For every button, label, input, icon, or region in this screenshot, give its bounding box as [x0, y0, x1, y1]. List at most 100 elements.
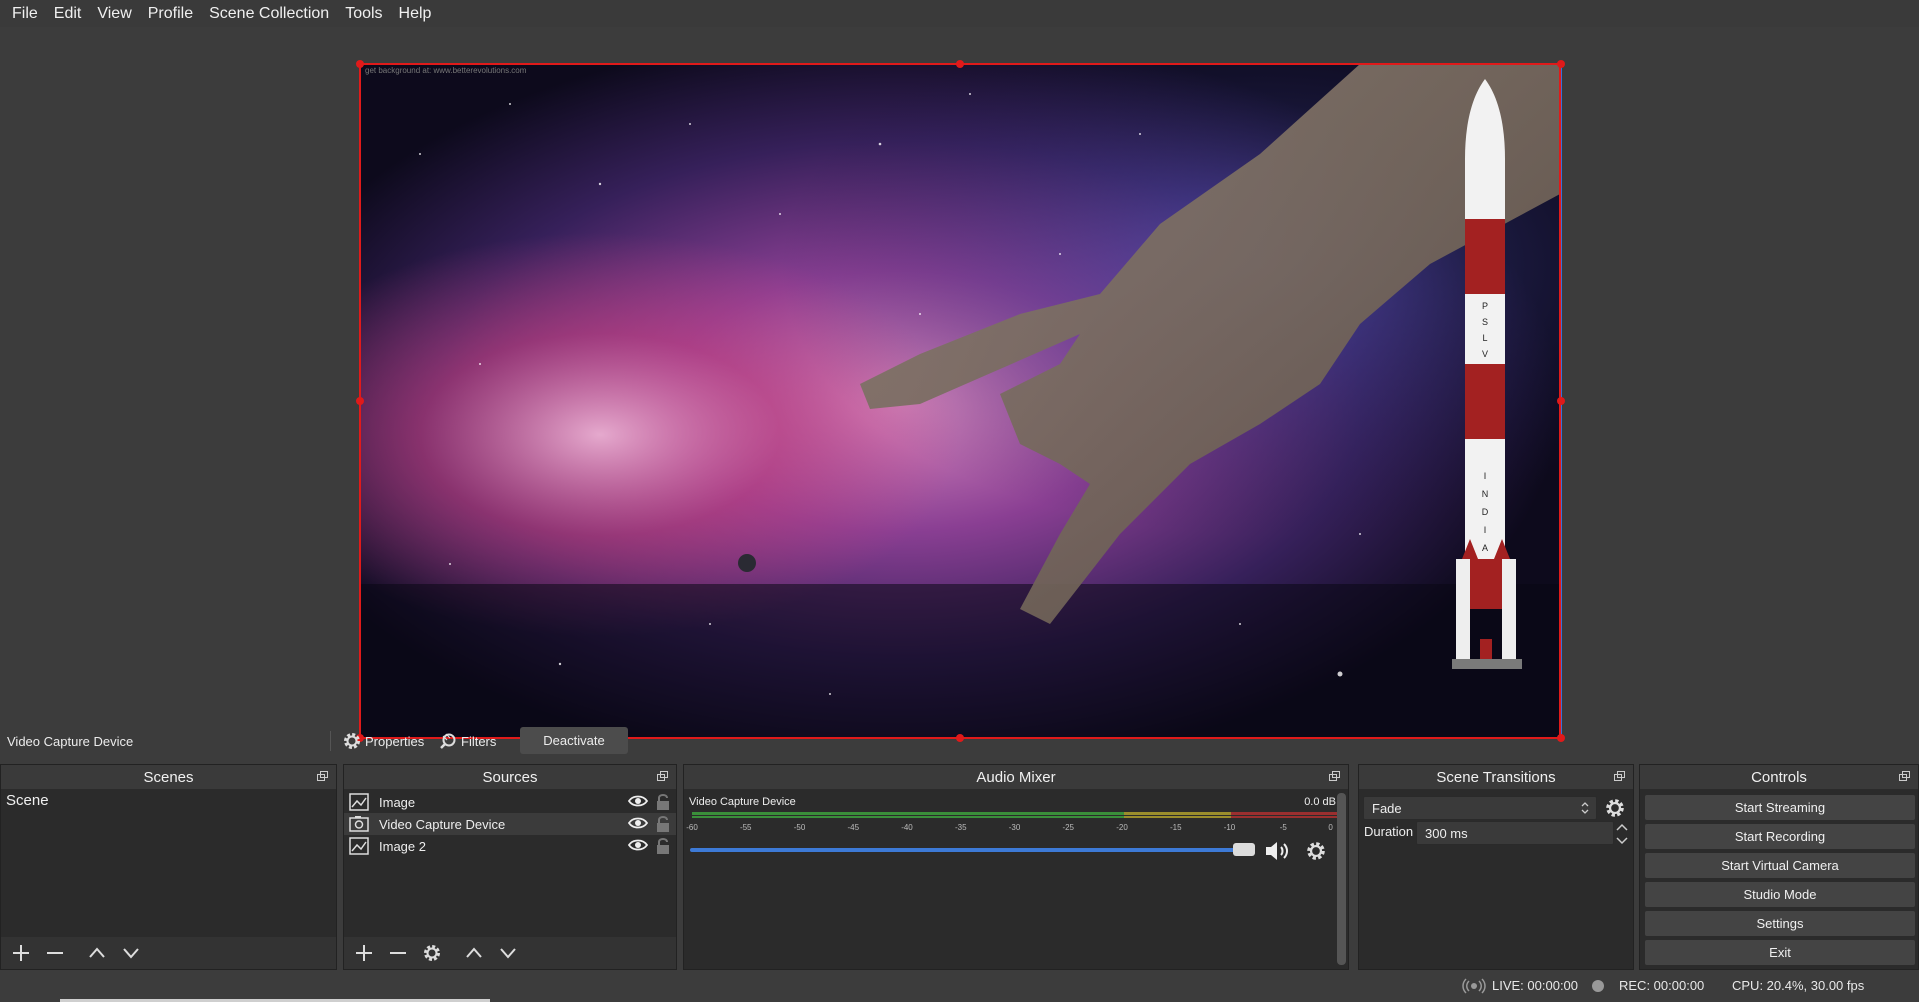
float-dock-icon[interactable] — [317, 771, 328, 781]
float-dock-icon[interactable] — [657, 771, 668, 781]
volume-slider-track[interactable] — [690, 848, 1252, 852]
sources-toolbar — [344, 937, 676, 969]
move-down-icon[interactable] — [119, 941, 143, 965]
meter-tick-label: -55 — [739, 823, 752, 832]
rocket-letter: I — [1484, 471, 1487, 481]
gear-icon[interactable] — [1305, 840, 1327, 862]
duration-value: 300 ms — [1425, 825, 1468, 841]
filters-button[interactable]: Filters — [438, 731, 496, 751]
duration-input[interactable]: 300 ms — [1416, 821, 1614, 845]
source-item[interactable]: Image 2 — [344, 835, 676, 857]
move-up-icon[interactable] — [462, 941, 486, 965]
sources-dock-title: Sources — [344, 765, 676, 789]
meter-tick-label: -10 — [1223, 823, 1236, 832]
source-item[interactable]: Image — [344, 791, 676, 813]
properties-button[interactable]: Properties — [342, 731, 424, 751]
meter-tick-label: -50 — [793, 823, 806, 832]
resize-handle[interactable] — [956, 60, 964, 68]
menu-help[interactable]: Help — [391, 0, 440, 27]
filter-icon — [440, 733, 456, 749]
image-icon — [349, 837, 369, 855]
start-recording-button[interactable]: Start Recording — [1645, 824, 1915, 849]
scenes-dock-title: Scenes — [1, 765, 336, 789]
rocket-letter: P — [1482, 301, 1488, 311]
float-dock-icon[interactable] — [1614, 771, 1625, 781]
gear-icon — [344, 733, 360, 749]
source-name: Image 2 — [379, 838, 426, 854]
filters-label: Filters — [461, 733, 497, 749]
start-virtual-camera-button[interactable]: Start Virtual Camera — [1645, 853, 1915, 878]
meter-tick-label: -30 — [1008, 823, 1021, 832]
scenes-title: Scenes — [143, 768, 194, 786]
mixer-channel-name: Video Capture Device — [689, 796, 796, 808]
transition-select[interactable]: Fade — [1363, 796, 1597, 820]
add-icon[interactable] — [352, 941, 376, 965]
preview-area[interactable]: P S L V I N D I A get background at: www… — [0, 27, 1919, 742]
volume-meter — [692, 812, 1337, 818]
duration-label: Duration — [1364, 824, 1414, 839]
controls-dock: Controls Start Streaming Start Recording… — [1639, 764, 1919, 970]
visibility-eye-icon[interactable] — [628, 838, 648, 852]
rocket-letter: D — [1482, 507, 1489, 517]
menu-file[interactable]: File — [4, 0, 46, 27]
gear-icon[interactable] — [420, 941, 444, 965]
lock-icon[interactable] — [656, 837, 670, 855]
meter-tick-label: -60 — [686, 823, 698, 832]
scenes-toolbar — [1, 937, 336, 969]
camera-icon — [349, 816, 369, 832]
transition-selected-value: Fade — [1372, 800, 1402, 816]
volume-slider-handle[interactable] — [1233, 843, 1255, 856]
menu-scene-collection[interactable]: Scene Collection — [201, 0, 337, 27]
exit-button[interactable]: Exit — [1645, 940, 1915, 965]
audio-mixer-dock: Audio Mixer Video Capture Device 0.0 dB … — [683, 764, 1349, 970]
gear-icon[interactable] — [1604, 797, 1626, 819]
float-dock-icon[interactable] — [1899, 771, 1910, 781]
move-up-icon[interactable] — [85, 941, 109, 965]
remove-icon[interactable] — [43, 941, 67, 965]
image-icon — [349, 793, 369, 811]
rocket-letter: I — [1484, 525, 1487, 535]
deactivate-button[interactable]: Deactivate — [520, 727, 628, 754]
record-dot-icon — [1592, 980, 1604, 992]
resize-handle[interactable] — [356, 397, 364, 405]
preview-canvas[interactable]: P S L V I N D I A — [360, 64, 1560, 738]
start-streaming-button[interactable]: Start Streaming — [1645, 795, 1915, 820]
meter-tick-label: -45 — [847, 823, 860, 832]
chevron-updown-icon — [1581, 802, 1589, 814]
resize-handle[interactable] — [1557, 60, 1565, 68]
stepper-icon[interactable] — [1615, 822, 1629, 846]
speaker-icon[interactable] — [1264, 839, 1292, 863]
scene-list-item[interactable]: Scene — [1, 789, 336, 813]
meter-tick-label: -15 — [1169, 823, 1182, 832]
image-credit-text: get background at: www.betterevolutions.… — [365, 66, 527, 75]
visibility-eye-icon[interactable] — [628, 794, 648, 808]
audio-mixer-title: Audio Mixer — [976, 768, 1056, 786]
resize-handle[interactable] — [356, 60, 364, 68]
mixer-scrollbar[interactable] — [1337, 793, 1346, 965]
visibility-eye-icon[interactable] — [628, 816, 648, 830]
lock-icon[interactable] — [656, 815, 670, 833]
float-dock-icon[interactable] — [1329, 771, 1340, 781]
studio-mode-button[interactable]: Studio Mode — [1645, 882, 1915, 907]
lock-icon[interactable] — [656, 793, 670, 811]
status-bar: LIVE: 00:00:00 REC: 00:00:00 CPU: 20.4%,… — [0, 973, 1919, 999]
settings-button[interactable]: Settings — [1645, 911, 1915, 936]
move-down-icon[interactable] — [496, 941, 520, 965]
meter-tick-label: -20 — [1116, 823, 1128, 832]
menu-edit[interactable]: Edit — [46, 0, 90, 27]
menu-view[interactable]: View — [89, 0, 139, 27]
menu-profile[interactable]: Profile — [140, 0, 201, 27]
resize-handle[interactable] — [1557, 397, 1565, 405]
cpu-fps-status: CPU: 20.4%, 30.00 fps — [1732, 978, 1865, 993]
remove-icon[interactable] — [386, 941, 410, 965]
scenes-dock: Scenes Scene — [0, 764, 337, 970]
rocket-letter: V — [1482, 349, 1488, 359]
menu-tools[interactable]: Tools — [337, 0, 390, 27]
scene-transitions-dock: Scene Transitions Fade Duration 300 ms — [1358, 764, 1634, 970]
source-item[interactable]: Video Capture Device — [344, 813, 676, 835]
rocket-letter: S — [1482, 317, 1488, 327]
scene-transitions-title: Scene Transitions — [1436, 768, 1556, 786]
divider — [330, 731, 331, 751]
add-icon[interactable] — [9, 941, 33, 965]
source-name: Image — [379, 794, 416, 810]
